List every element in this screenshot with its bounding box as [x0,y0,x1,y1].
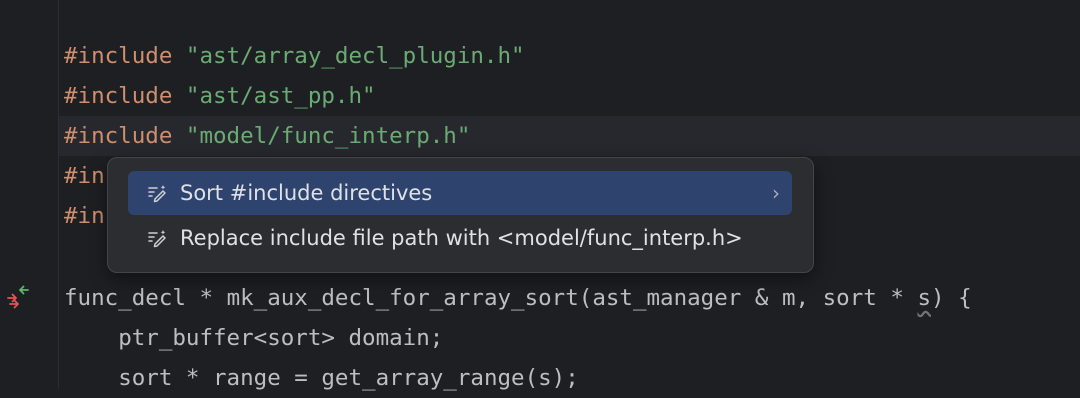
code-line-include-1[interactable]: #include "ast/array_decl_plugin.h" [64,36,525,76]
edit-sparkle-icon [148,230,166,248]
type-name: ptr_buffer [118,325,254,351]
paren-token: ( [578,285,593,311]
angle-open: < [253,325,268,351]
editor-gutter-divider [58,0,59,389]
include-directive: #in [64,203,105,229]
type-name: sort [118,365,173,391]
include-directive: #include [64,123,173,149]
popup-item-sort-includes[interactable]: Sort #include directives › [128,171,792,215]
include-path: "ast/ast_pp.h" [185,83,376,109]
submenu-chevron-icon: › [772,181,780,205]
statement-rest: range = get_array_range(s); [213,365,579,391]
pointer-token: * [185,285,227,311]
code-line-body-2[interactable]: sort * range = get_array_range(s); [64,358,579,398]
popup-item-label: Sort #include directives [180,181,433,205]
statement-rest: domain; [334,325,444,351]
comma-token: , [795,285,823,311]
template-arg: sort [267,325,322,351]
code-line-include-5[interactable]: #in [64,196,105,236]
popup-item-label: Replace include file path with <model/fu… [180,226,743,250]
include-directive: #in [64,163,105,189]
code-line-include-2[interactable]: #include "ast/ast_pp.h" [64,76,376,116]
param-name: m [781,285,796,311]
include-path: "model/func_interp.h" [185,123,471,149]
param-type: sort [822,285,877,311]
include-directive: #include [64,83,173,109]
code-line-include-3[interactable]: #include "model/func_interp.h" [64,116,470,156]
code-line-func-decl[interactable]: func_decl * mk_aux_decl_for_array_sort(a… [64,278,972,318]
param-type: ast_manager [592,285,742,311]
edit-sparkle-icon [148,185,166,203]
code-line-include-4[interactable]: #in [64,156,105,196]
include-directive: #include [64,43,173,69]
pointer-token: * [172,365,214,391]
popup-item-replace-include-path[interactable]: Replace include file path with <model/fu… [128,216,792,260]
reference-token: & [741,285,782,311]
pointer-token: * [876,285,918,311]
function-name: mk_aux_decl_for_array_sort [226,285,579,311]
include-path: "ast/array_decl_plugin.h" [185,43,525,69]
recursive-call-icon[interactable] [4,282,34,312]
code-line-body-1[interactable]: ptr_buffer<sort> domain; [64,318,443,358]
return-type: func_decl [64,285,186,311]
intention-actions-popup: Sort #include directives › Replace inclu… [107,157,814,273]
angle-close: > [321,325,335,351]
brace-token: ) { [930,285,972,311]
param-name-warning: s [917,285,931,311]
